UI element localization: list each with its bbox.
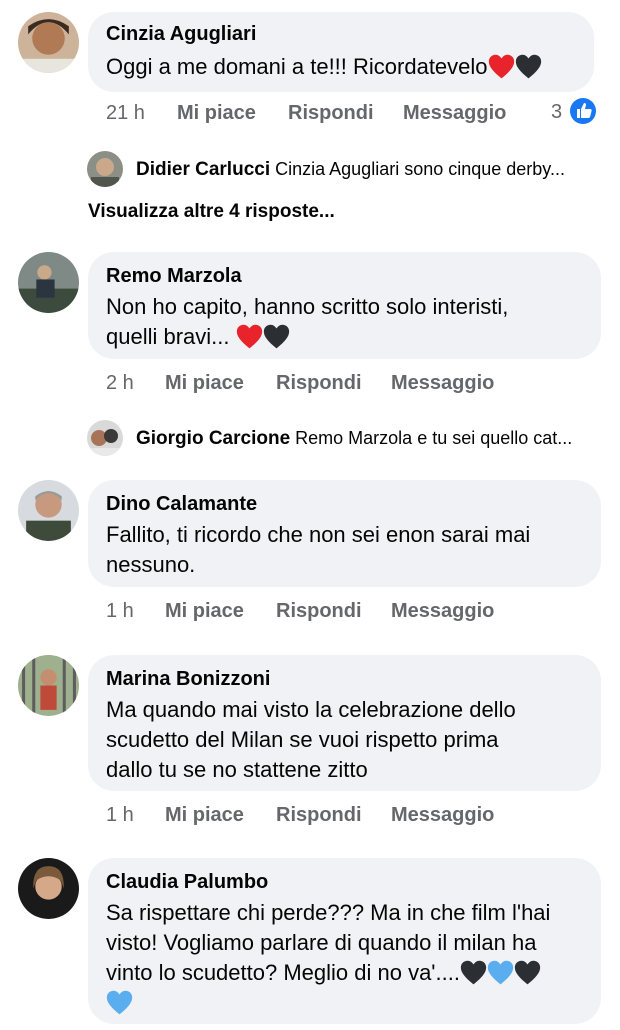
reply-text: Cinzia Agugliari sono cinque derby... — [275, 159, 565, 179]
comment-bubble: Dino Calamante Fallito, ti ricordo che n… — [88, 480, 601, 587]
comment-text: Sa rispettare chi perde??? Ma in che fil… — [106, 898, 583, 1018]
timestamp[interactable]: 2 h — [106, 372, 134, 395]
reply-author[interactable]: Giorgio Carcione — [136, 428, 290, 449]
comment-bubble: Claudia Palumbo Sa rispettare chi perde?… — [88, 858, 601, 1024]
comment-author[interactable]: Remo Marzola — [106, 264, 583, 288]
comment-bubble: Cinzia Agugliari Oggi a me domani a te!!… — [88, 12, 594, 92]
message-button[interactable]: Messaggio — [403, 102, 506, 125]
comment-text: Oggi a me domani a te!!! Ricordatevelo — [106, 52, 576, 82]
avatar[interactable] — [18, 858, 79, 919]
avatar[interactable] — [18, 480, 79, 541]
timestamp[interactable]: 21 h — [106, 102, 145, 125]
reply-button[interactable]: Rispondi — [276, 804, 362, 827]
comment-author[interactable]: Claudia Palumbo — [106, 870, 583, 894]
timestamp[interactable]: 1 h — [106, 600, 134, 623]
reply-author[interactable]: Didier Carlucci — [136, 159, 270, 180]
comment-text: Ma quando mai visto la celebrazione dell… — [106, 697, 516, 782]
comment-bubble: Remo Marzola Non ho capito, hanno scritt… — [88, 252, 601, 359]
comment-text: Fallito, ti ricordo che non sei enon sar… — [106, 522, 531, 577]
reaction-count[interactable]: 3 — [551, 101, 562, 124]
message-button[interactable]: Messaggio — [391, 600, 494, 623]
black-heart-icon — [515, 53, 542, 80]
like-button[interactable]: Mi piace — [177, 102, 256, 125]
comment-text: Non ho capito, hanno scritto solo interi… — [106, 294, 509, 350]
red-heart-icon — [488, 53, 515, 80]
avatar[interactable] — [18, 655, 79, 716]
like-button[interactable]: Mi piace — [165, 600, 244, 623]
comment-author[interactable]: Dino Calamante — [106, 492, 583, 516]
comment-author[interactable]: Cinzia Agugliari — [106, 22, 576, 46]
timestamp[interactable]: 1 h — [106, 804, 134, 827]
message-button[interactable]: Messaggio — [391, 804, 494, 827]
like-reaction-icon — [570, 98, 596, 124]
view-more-replies-link[interactable]: Visualizza altre 4 risposte... — [88, 201, 335, 223]
avatar[interactable] — [18, 252, 79, 313]
message-button[interactable]: Messaggio — [391, 372, 494, 395]
reply-preview[interactable]: Didier Carlucci Cinzia Agugliari sono ci… — [88, 157, 608, 182]
like-button[interactable]: Mi piace — [165, 804, 244, 827]
reply-button[interactable]: Rispondi — [276, 372, 362, 395]
reply-button[interactable]: Rispondi — [276, 600, 362, 623]
reply-preview[interactable]: Giorgio Carcione Remo Marzola e tu sei q… — [88, 426, 608, 451]
black-heart-icon — [514, 959, 541, 986]
blue-heart-icon — [106, 989, 133, 1016]
comment-bubble: Marina Bonizzoni Ma quando mai visto la … — [88, 655, 601, 791]
blue-heart-icon — [487, 959, 514, 986]
red-heart-icon — [236, 323, 263, 350]
black-heart-icon — [263, 323, 290, 350]
black-heart-icon — [460, 959, 487, 986]
like-button[interactable]: Mi piace — [165, 372, 244, 395]
avatar[interactable] — [18, 12, 79, 73]
reply-text: Remo Marzola e tu sei quello cat... — [295, 428, 573, 448]
reply-button[interactable]: Rispondi — [288, 102, 374, 125]
comment-author[interactable]: Marina Bonizzoni — [106, 667, 583, 691]
